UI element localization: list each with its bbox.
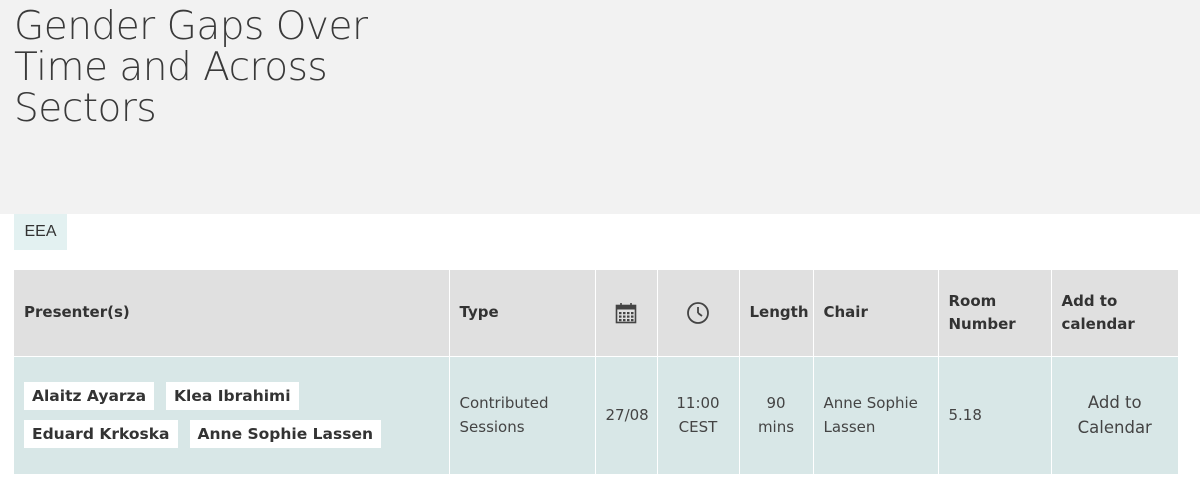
header-chair: Chair <box>813 270 939 356</box>
session-table: Presenter(s) Type Length Chair Room Numb… <box>14 270 1178 474</box>
header-time <box>657 270 740 356</box>
header-type: Type <box>449 270 596 356</box>
presenter-chip[interactable]: Eduard Krkoska <box>24 420 178 449</box>
calendar-icon <box>615 302 637 324</box>
presenter-chip[interactable]: Anne Sophie Lassen <box>189 420 381 449</box>
header-presenters: Presenter(s) <box>14 270 450 356</box>
cell-time: 11:00 CEST <box>657 355 740 474</box>
cell-add-to-calendar: Add to Calendar <box>1051 355 1178 474</box>
cell-date: 27/08 <box>595 355 658 474</box>
cell-presenters: Alaitz Ayarza Klea Ibrahimi Eduard Krkos… <box>14 355 450 474</box>
cell-type: Contributed Sessions <box>449 355 596 474</box>
page-title: Gender Gaps Over Time and Across Sectors <box>14 4 368 131</box>
table-row: Alaitz Ayarza Klea Ibrahimi Eduard Krkos… <box>14 355 1178 474</box>
presenter-chip[interactable]: Alaitz Ayarza <box>24 382 155 411</box>
table-header-row: Presenter(s) Type Length Chair Room Numb… <box>14 270 1178 356</box>
cell-length: 90 mins <box>739 355 814 474</box>
clock-icon <box>686 301 710 324</box>
header-date <box>595 270 658 356</box>
presenter-list: Alaitz Ayarza Klea Ibrahimi Eduard Krkos… <box>24 382 424 449</box>
header-add-to-calendar: Add to calendar <box>1051 270 1178 356</box>
header-length: Length <box>739 270 814 356</box>
session-tag: EEA <box>14 214 67 250</box>
header-room: Room Number <box>938 270 1052 356</box>
add-to-calendar-button[interactable]: Add to Calendar <box>1078 393 1152 437</box>
presenter-chip[interactable]: Klea Ibrahimi <box>166 382 299 411</box>
cell-chair: Anne Sophie Lassen <box>813 355 939 474</box>
session-header: Gender Gaps Over Time and Across Sectors <box>0 0 1200 214</box>
cell-room: 5.18 <box>938 355 1052 474</box>
